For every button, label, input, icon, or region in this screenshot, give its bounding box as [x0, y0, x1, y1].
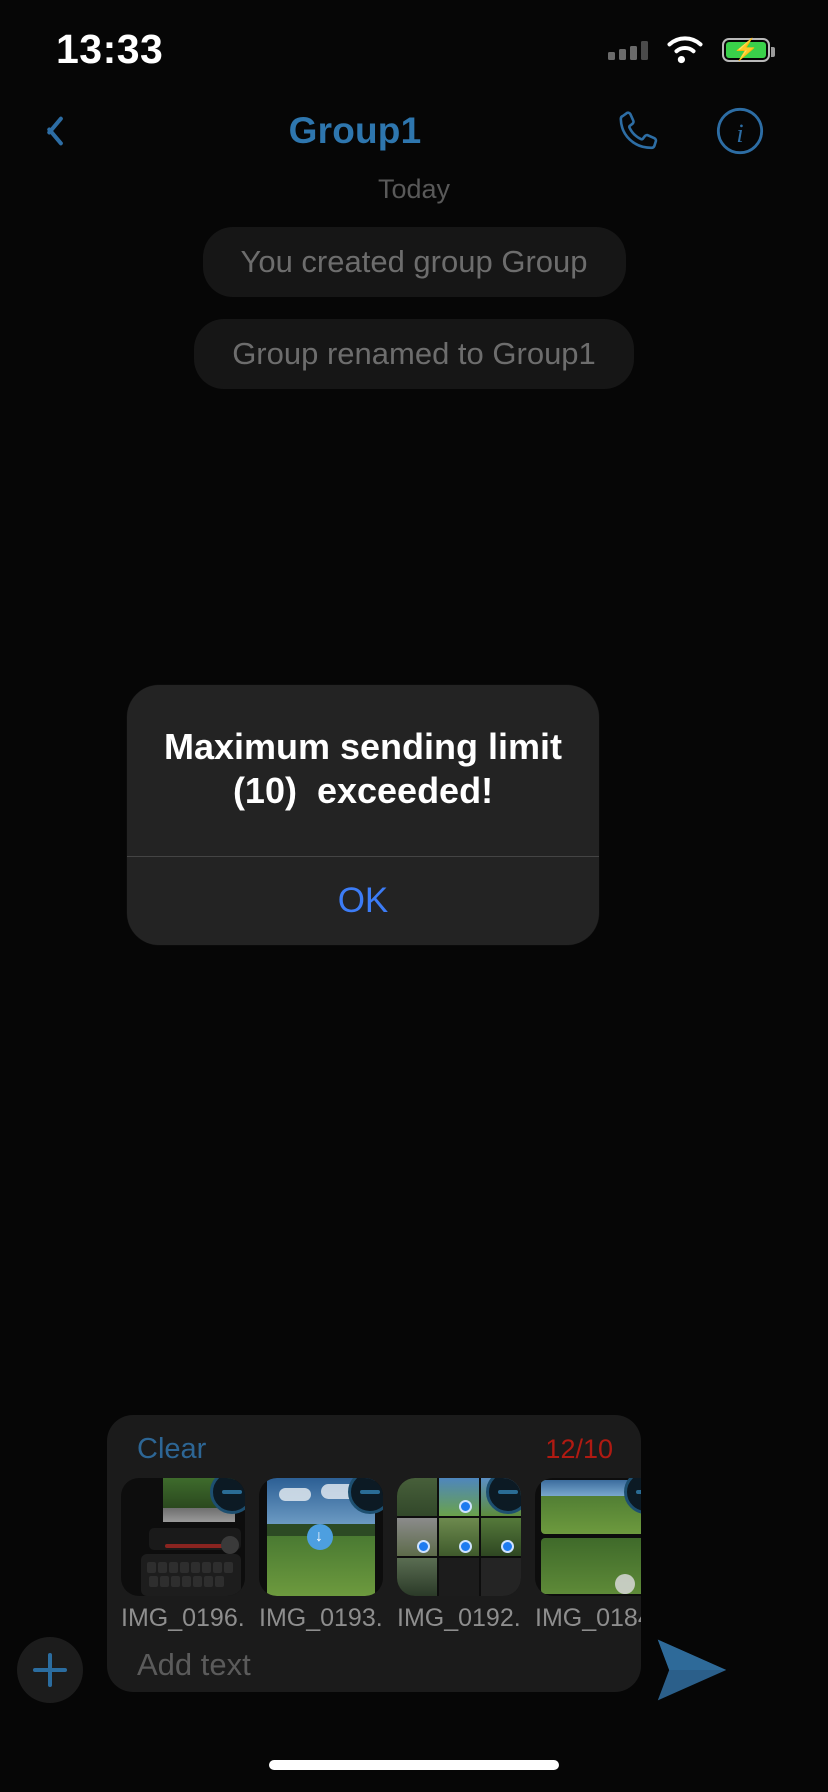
system-message-bubble: You created group Group: [202, 227, 626, 297]
page-title: Group1: [288, 110, 422, 151]
attachment-item[interactable]: IMG_0192...: [397, 1478, 521, 1633]
system-message-bubble: Group renamed to Group1: [194, 319, 634, 389]
attachment-filename: IMG_0184...: [535, 1604, 641, 1632]
wifi-icon: [667, 35, 703, 63]
system-message-row: You created group Group: [0, 227, 828, 297]
date-separator: Today: [377, 174, 451, 204]
add-text-row[interactable]: Add text: [107, 1633, 641, 1683]
cellular-bars-icon: [608, 40, 648, 60]
phone-screen: 13:33 ⚡ Group1 i Today You created group…: [0, 0, 828, 1792]
attachment-thumbnail[interactable]: [397, 1478, 521, 1596]
attachment-panel: Clear 12/10 IMG_0196... ↓ IMG_0193... IM…: [107, 1415, 641, 1692]
navigation-actions: i: [614, 105, 828, 157]
navigation-bar: Group1 i: [0, 92, 828, 170]
plus-icon: [33, 1653, 67, 1687]
attachment-filename: IMG_0192...: [397, 1604, 521, 1632]
alert-title: Maximum sending limit (10) exceeded!: [163, 726, 563, 812]
add-text-input[interactable]: Add text: [137, 1647, 641, 1683]
back-button[interactable]: [0, 112, 96, 150]
attachment-item[interactable]: ↓ IMG_0193...: [259, 1478, 383, 1633]
status-indicators: ⚡: [608, 35, 775, 65]
home-indicator: [269, 1760, 559, 1770]
status-bar: 13:33 ⚡: [0, 0, 828, 92]
attachment-thumbnail-row[interactable]: IMG_0196... ↓ IMG_0193... IMG_0192... IM…: [107, 1470, 641, 1633]
battery-charging-icon: ⚡: [722, 38, 775, 62]
attachment-item[interactable]: IMG_0196...: [121, 1478, 245, 1633]
attachment-count-badge: 12/10: [545, 1434, 613, 1464]
chevron-left-icon: [37, 112, 59, 150]
attachment-item[interactable]: IMG_0184...: [535, 1478, 641, 1633]
status-time: 13:33: [56, 25, 164, 72]
attachment-thumbnail[interactable]: ↓: [259, 1478, 383, 1596]
alert-divider: [127, 855, 599, 857]
alert-dialog: Maximum sending limit (10) exceeded! OK: [127, 685, 599, 945]
attachment-thumbnail[interactable]: [535, 1478, 641, 1596]
alert-ok-button[interactable]: OK: [127, 857, 599, 945]
phone-icon[interactable]: [614, 107, 662, 155]
svg-text:i: i: [736, 119, 743, 148]
alert-header: Maximum sending limit (10) exceeded!: [127, 685, 599, 856]
clear-button[interactable]: Clear: [137, 1433, 206, 1466]
attachment-filename: IMG_0193...: [259, 1604, 383, 1632]
attachment-thumbnail[interactable]: [121, 1478, 245, 1596]
add-attachment-button[interactable]: [17, 1637, 83, 1703]
system-message-row: Group renamed to Group1: [0, 319, 828, 389]
attachment-panel-header: Clear 12/10: [107, 1415, 641, 1470]
info-circle-icon[interactable]: i: [714, 105, 766, 157]
attachment-filename: IMG_0196...: [121, 1604, 245, 1632]
send-button[interactable]: [654, 1635, 730, 1705]
